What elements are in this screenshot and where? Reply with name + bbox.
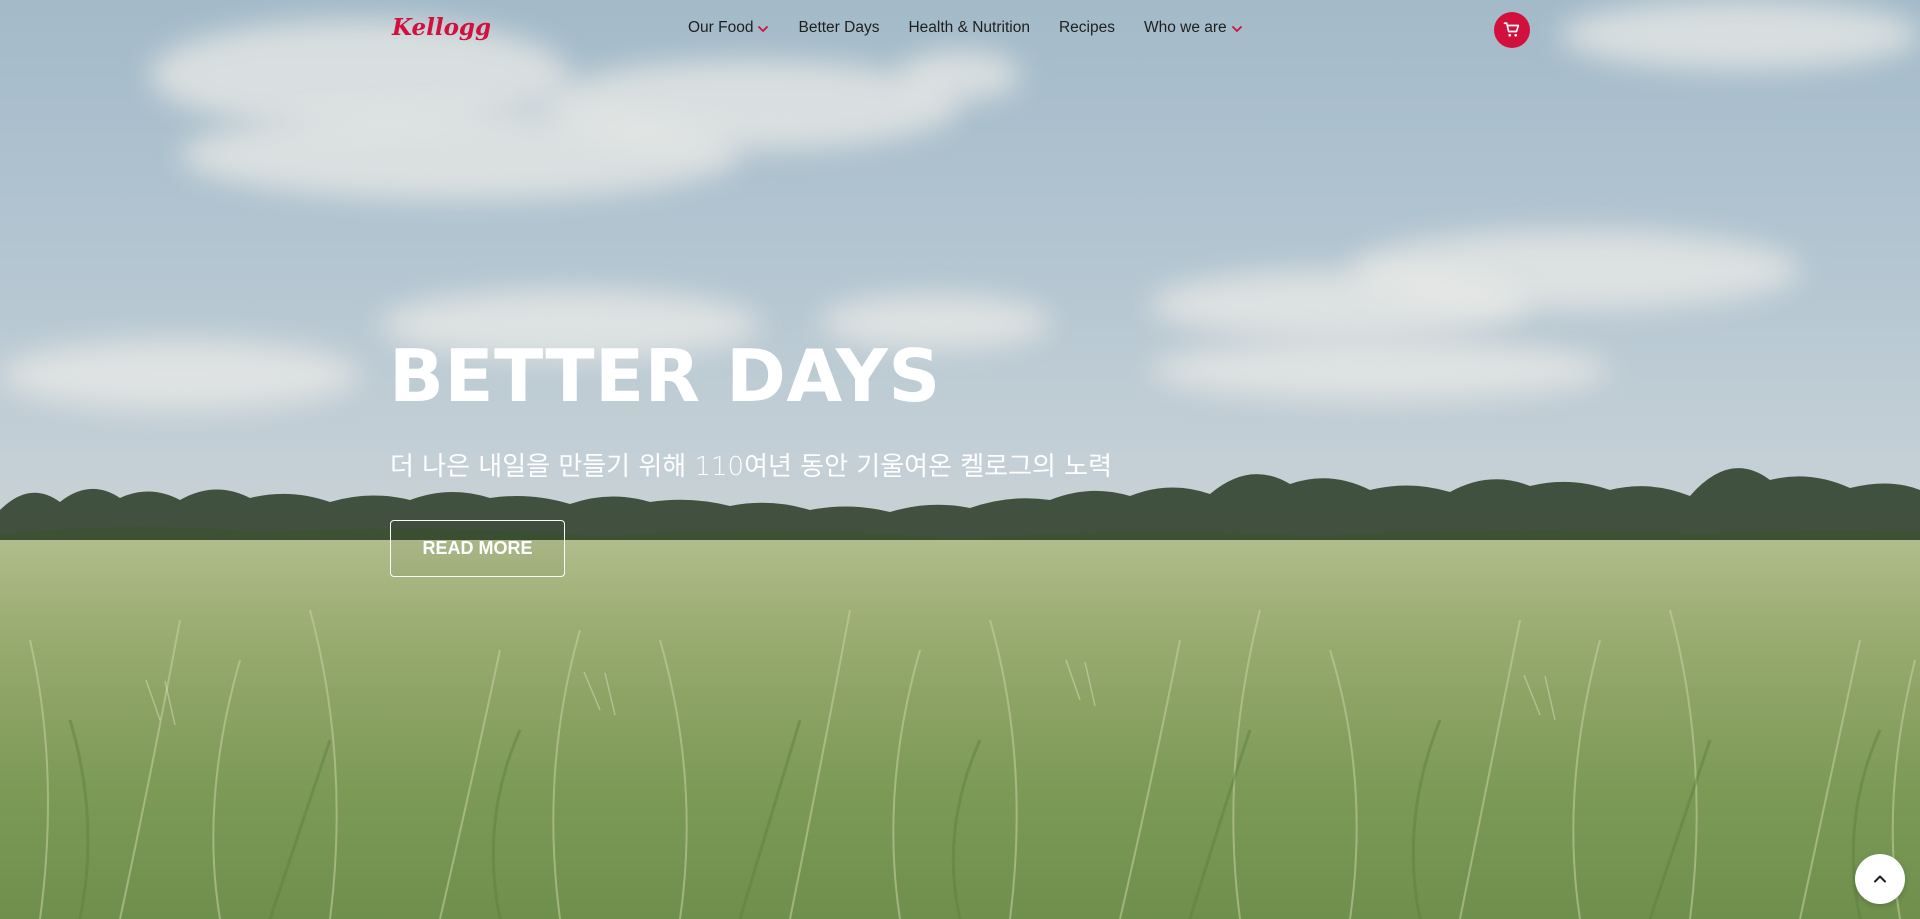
main-menu: Our Food Better Days Health & Nutrition … — [688, 19, 1272, 37]
nav-label: Better Days — [798, 19, 880, 36]
nav-item-our-food[interactable]: Our Food — [688, 19, 769, 37]
nav-item-better-days[interactable]: Better Days — [798, 19, 879, 37]
chevron-up-icon — [1874, 875, 1886, 883]
shopping-cart-icon — [1503, 22, 1520, 37]
cart-button[interactable] — [1494, 12, 1530, 48]
logo-text: Kellogg's — [391, 14, 490, 41]
hero-title: BETTER DAYS — [389, 334, 941, 418]
top-navigation: Kellogg's Our Food Better Days Health & … — [0, 0, 1920, 60]
chevron-down-icon — [1231, 25, 1242, 32]
nav-label: Recipes — [1058, 19, 1115, 36]
nav-item-health-nutrition[interactable]: Health & Nutrition — [908, 19, 1029, 37]
nav-item-who-we-are[interactable]: Who we are — [1144, 19, 1243, 37]
scroll-to-top-button[interactable] — [1855, 854, 1905, 904]
nav-label: Our Food — [688, 19, 754, 36]
nav-item-recipes[interactable]: Recipes — [1059, 19, 1115, 37]
kelloggs-logo[interactable]: Kellogg's — [390, 10, 511, 44]
logo-wordmark: Kellogg's — [391, 14, 511, 41]
chevron-down-icon — [758, 25, 769, 32]
nav-label: Health & Nutrition — [908, 19, 1030, 36]
hero-subtitle: 더 나은 내일을 만들기 위해 110여년 동안 기울여온 켈로그의 노력 — [390, 452, 1113, 482]
nav-label: Who we are — [1143, 19, 1227, 36]
read-more-button[interactable]: READ MORE — [390, 520, 565, 577]
grass-texture — [29, 609, 1916, 919]
